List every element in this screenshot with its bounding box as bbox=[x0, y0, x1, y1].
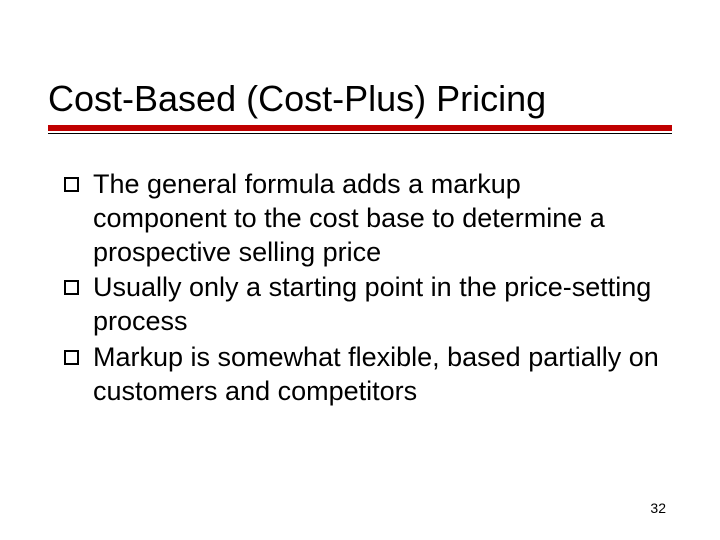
list-item: Usually only a starting point in the pri… bbox=[64, 271, 660, 339]
square-bullet-icon bbox=[64, 177, 79, 192]
slide-title: Cost-Based (Cost-Plus) Pricing bbox=[48, 78, 672, 119]
accent-rule bbox=[48, 125, 672, 131]
square-bullet-icon bbox=[64, 350, 79, 365]
page-number: 32 bbox=[650, 500, 666, 516]
list-item: The general formula adds a markup compon… bbox=[64, 168, 660, 269]
bullet-text: Usually only a starting point in the pri… bbox=[93, 271, 660, 339]
slide: Cost-Based (Cost-Plus) Pricing The gener… bbox=[0, 0, 720, 540]
title-underline bbox=[48, 125, 672, 135]
thin-rule bbox=[48, 133, 672, 134]
list-item: Markup is somewhat flexible, based parti… bbox=[64, 341, 660, 409]
body-content: The general formula adds a markup compon… bbox=[64, 168, 660, 410]
bullet-text: The general formula adds a markup compon… bbox=[93, 168, 660, 269]
square-bullet-icon bbox=[64, 280, 79, 295]
bullet-text: Markup is somewhat flexible, based parti… bbox=[93, 341, 660, 409]
title-block: Cost-Based (Cost-Plus) Pricing bbox=[48, 78, 672, 135]
